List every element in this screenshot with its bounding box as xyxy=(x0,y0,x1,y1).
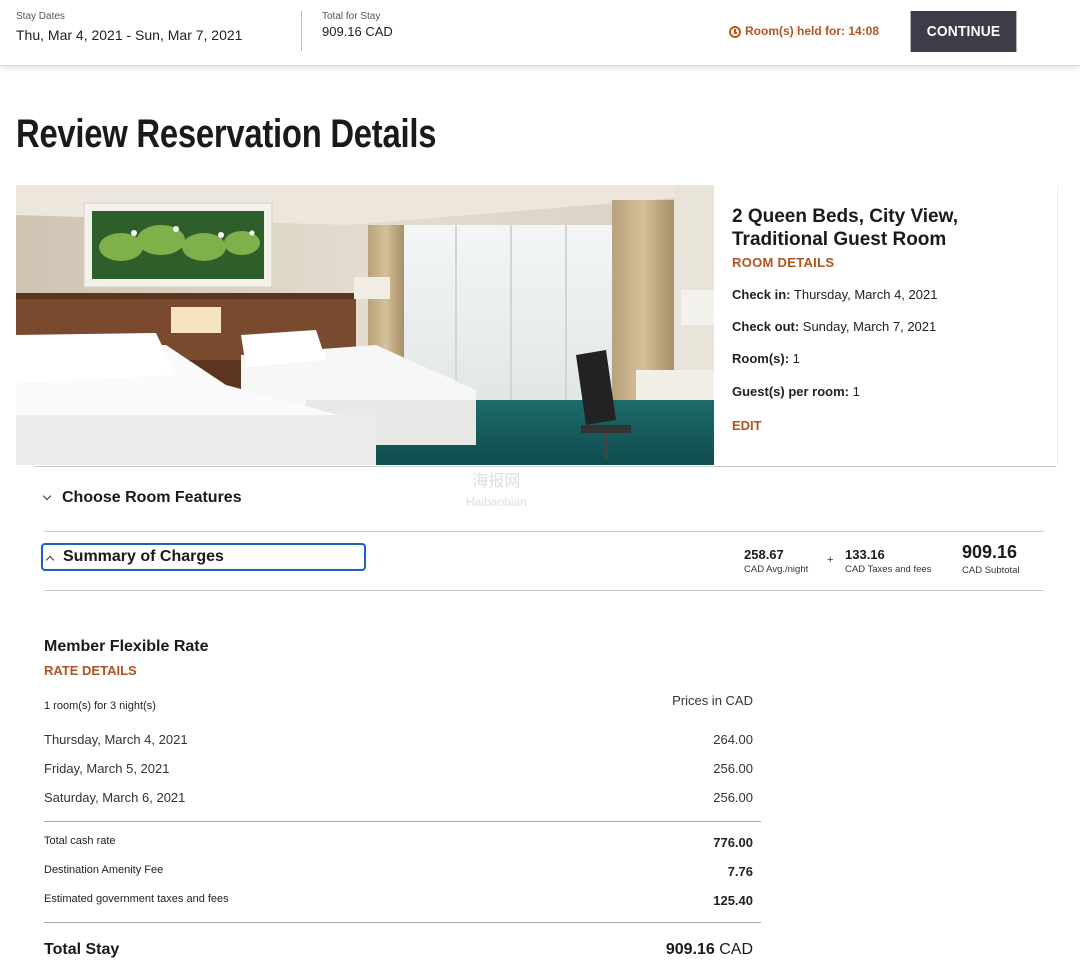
nightly-price: 256.00 xyxy=(713,761,753,776)
check-in-label: Check in: xyxy=(732,287,791,302)
rooms-value: 1 xyxy=(789,351,800,366)
top-bar: Stay Dates Thu, Mar 4, 2021 - Sun, Mar 7… xyxy=(0,0,1080,66)
watermark-line1: 海报网 xyxy=(472,473,521,490)
taxes-charge: 133.16 CAD Taxes and fees xyxy=(845,547,931,575)
check-out-value: Sunday, March 7, 2021 xyxy=(799,319,937,334)
taxes-label: CAD Taxes and fees xyxy=(845,564,932,575)
subtotal-value: 909.16 xyxy=(962,542,1018,562)
total-stay-currency: CAD xyxy=(714,941,753,958)
divider xyxy=(44,922,761,923)
divider xyxy=(44,821,761,822)
nightly-price: 256.00 xyxy=(713,790,753,805)
clock-icon xyxy=(729,26,741,38)
room-held-timer: Room(s) held for: 14:08 xyxy=(729,24,879,38)
room-photo xyxy=(16,185,714,465)
nightly-rate-row: Saturday, March 6, 2021 256.00 xyxy=(44,790,753,805)
charge-value: 7.76 xyxy=(727,864,753,879)
nightly-date: Saturday, March 6, 2021 xyxy=(44,790,186,805)
divider xyxy=(44,590,1044,591)
charge-value: 776.00 xyxy=(713,835,753,850)
top-bar-divider xyxy=(301,11,302,51)
charge-summary-row: Total cash rate 776.00 xyxy=(44,835,753,850)
choose-room-features-label: Choose Room Features xyxy=(62,489,242,506)
room-details-link[interactable]: ROOM DETAILS xyxy=(732,255,834,270)
charge-summary-row: Estimated government taxes and fees 125.… xyxy=(44,893,753,908)
guests-value: 1 xyxy=(849,384,860,399)
watermark-line2: Haibaobian xyxy=(466,495,527,509)
chevron-up-icon xyxy=(45,555,55,565)
check-out-label: Check out: xyxy=(732,319,800,334)
rate-details-link[interactable]: RATE DETAILS xyxy=(44,663,137,678)
nightly-rate-row: Thursday, March 4, 2021 264.00 xyxy=(44,732,753,747)
nightly-price: 264.00 xyxy=(713,732,753,747)
check-out: Check out: Sunday, March 7, 2021 xyxy=(732,319,936,334)
check-in-value: Thursday, March 4, 2021 xyxy=(790,287,938,302)
total-stay-label: Total Stay xyxy=(44,941,120,958)
summary-of-charges-label: Summary of Charges xyxy=(63,548,224,565)
guests-per-room: Guest(s) per room: 1 xyxy=(732,384,860,399)
check-in: Check in: Thursday, March 4, 2021 xyxy=(732,287,937,302)
total-for-stay: Total for Stay 909.16 CAD xyxy=(322,11,393,39)
stay-dates: Stay Dates Thu, Mar 4, 2021 - Sun, Mar 7… xyxy=(16,11,242,43)
nightly-date: Friday, March 5, 2021 xyxy=(44,761,170,776)
divider xyxy=(44,531,1044,532)
plus-sign: + xyxy=(827,554,834,566)
stay-dates-label: Stay Dates xyxy=(16,11,65,22)
rooms-count: Room(s): 1 xyxy=(732,351,800,366)
choose-room-features-toggle[interactable]: Choose Room Features xyxy=(42,489,242,507)
charge-value: 125.40 xyxy=(713,893,753,908)
rate-title: Member Flexible Rate xyxy=(44,638,209,655)
nightly-date: Thursday, March 4, 2021 xyxy=(44,732,188,747)
stay-dates-value: Thu, Mar 4, 2021 - Sun, Mar 7, 2021 xyxy=(16,27,243,43)
room-title: 2 Queen Beds, City View, Traditional Gue… xyxy=(732,206,958,250)
avg-night-charge: 258.67 CAD Avg./night xyxy=(744,547,808,575)
total-stay-amount: 909.16 CAD xyxy=(666,941,753,959)
charge-label: Destination Amenity Fee xyxy=(44,864,164,876)
avg-night-label: CAD Avg./night xyxy=(744,564,809,575)
summary-of-charges-toggle[interactable]: Summary of Charges xyxy=(41,543,366,571)
total-stay-row: Total Stay 909.16 CAD xyxy=(44,941,753,959)
continue-button[interactable]: CONTINUE xyxy=(910,11,1017,52)
prices-in-label: Prices in CAD xyxy=(672,693,753,708)
total-label: Total for Stay xyxy=(322,11,381,22)
total-stay-value: 909.16 xyxy=(665,941,715,958)
rooms-label: Room(s): xyxy=(732,351,790,366)
guests-label: Guest(s) per room: xyxy=(732,384,850,399)
room-info-panel: 2 Queen Beds, City View, Traditional Gue… xyxy=(714,185,1058,466)
edit-link[interactable]: EDIT xyxy=(732,418,762,433)
room-held-text: Room(s) held for: 14:08 xyxy=(745,24,880,38)
chevron-down-icon xyxy=(42,491,52,501)
charge-label: Estimated government taxes and fees xyxy=(44,893,229,905)
watermark: 海报网 Haibaobian xyxy=(466,472,527,512)
nightly-rate-row: Friday, March 5, 2021 256.00 xyxy=(44,761,753,776)
page-title: Review Reservation Details xyxy=(16,112,437,156)
avg-night-value: 258.67 xyxy=(744,547,784,562)
nights-summary: 1 room(s) for 3 night(s) xyxy=(44,700,156,712)
divider xyxy=(35,466,1056,467)
subtotal-label: CAD Subtotal xyxy=(962,565,1020,576)
charge-label: Total cash rate xyxy=(44,835,116,847)
total-value: 909.16 CAD xyxy=(322,24,393,39)
subtotal-charge: 909.16 CAD Subtotal xyxy=(962,542,1020,576)
charge-summary-row: Destination Amenity Fee 7.76 xyxy=(44,864,753,879)
taxes-value: 133.16 xyxy=(845,547,885,562)
